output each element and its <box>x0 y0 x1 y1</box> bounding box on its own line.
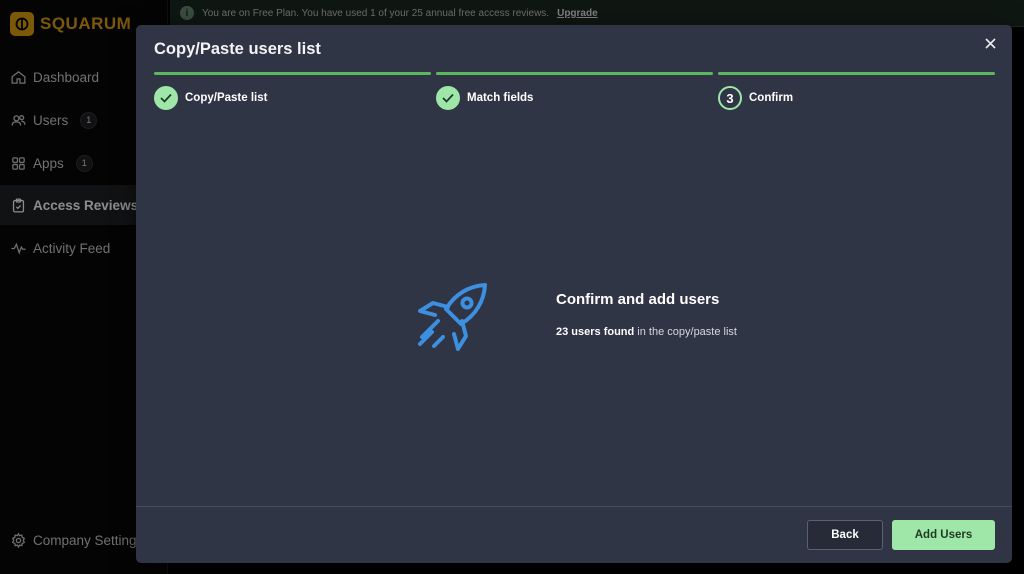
confirm-title: Confirm and add users <box>556 291 720 308</box>
users-found-count: 23 users found <box>556 326 635 338</box>
step-label: Confirm <box>749 92 794 104</box>
close-icon <box>984 37 996 49</box>
step-progress-bar <box>718 72 995 75</box>
step-match-fields: Match fields <box>436 72 713 110</box>
back-button[interactable]: Back <box>807 520 883 550</box>
check-icon <box>154 86 178 110</box>
step-label: Match fields <box>467 92 534 104</box>
close-button[interactable] <box>982 35 998 51</box>
step-number: 3 <box>718 86 742 110</box>
step-progress-bar <box>154 72 431 75</box>
add-users-button[interactable]: Add Users <box>892 520 995 550</box>
step-confirm: 3 Confirm <box>718 72 995 110</box>
check-icon <box>436 86 460 110</box>
users-found-text: 23 users found in the copy/paste list <box>556 326 737 338</box>
modal-footer-divider <box>136 506 1012 507</box>
step-progress-bar <box>436 72 713 75</box>
rocket-icon <box>418 283 487 351</box>
copy-paste-users-modal: Copy/Paste users list Copy/Paste list Ma… <box>136 25 1012 563</box>
step-label: Copy/Paste list <box>185 92 268 104</box>
users-found-suffix: in the copy/paste list <box>634 326 737 338</box>
step-copy-paste-list: Copy/Paste list <box>154 72 431 110</box>
modal-title: Copy/Paste users list <box>154 40 321 58</box>
